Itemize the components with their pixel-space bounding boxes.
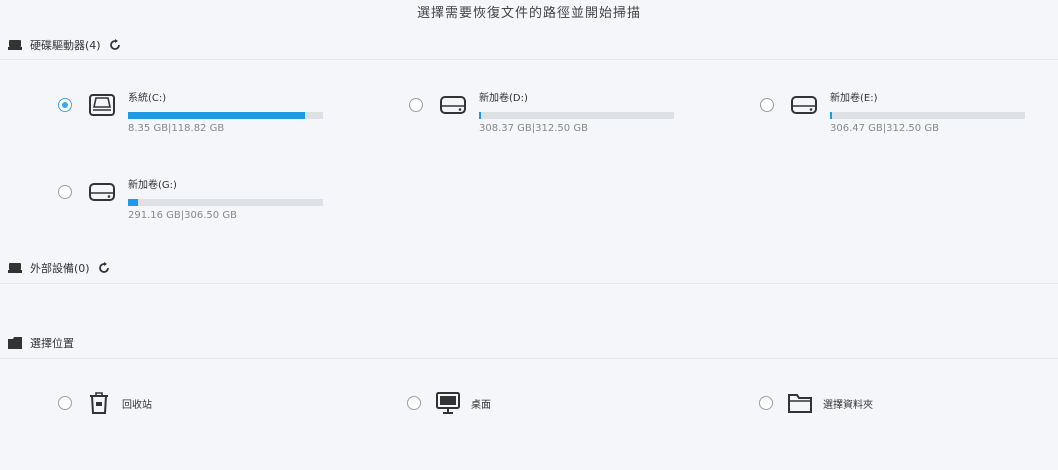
hard-drive-icon	[8, 261, 22, 275]
refresh-icon[interactable]	[109, 39, 122, 52]
location-label: 桌面	[471, 399, 491, 411]
location-recycle-bin[interactable]: 回收站	[58, 390, 152, 416]
hard-drive-icon	[8, 38, 22, 52]
usage-bar	[479, 112, 674, 119]
folder-icon	[787, 390, 813, 416]
usage-bar-fill	[479, 112, 481, 119]
section-external: 外部設備(0)	[8, 258, 111, 278]
data-recovery-window: 選擇需要恢復文件的路徑並開始掃描 硬碟驅動器(4) 系統(C:) 8.35 GB…	[0, 0, 1058, 470]
location-desktop[interactable]: 桌面	[407, 390, 491, 416]
section-hard-drives: 硬碟驅動器(4)	[8, 35, 122, 55]
drive-item-d[interactable]: 新加卷(D:) 308.37 GB|312.50 GB	[409, 90, 679, 136]
divider	[0, 283, 1058, 284]
recycle-bin-icon	[86, 390, 112, 416]
desktop-icon	[435, 390, 461, 416]
drive-radio[interactable]	[409, 98, 423, 112]
divider	[0, 358, 1058, 359]
folder-icon	[8, 336, 22, 350]
drive-size: 308.37 GB|312.50 GB	[479, 123, 588, 134]
drive-size: 291.16 GB|306.50 GB	[128, 210, 237, 221]
drive-item-c[interactable]: 系統(C:) 8.35 GB|118.82 GB	[58, 90, 328, 136]
usage-bar	[128, 112, 323, 119]
usage-bar	[128, 199, 323, 206]
hard-drive-icon	[790, 93, 818, 117]
section-locations: 選擇位置	[8, 333, 74, 353]
location-label: 回收站	[122, 399, 152, 411]
usage-bar-fill	[830, 112, 832, 119]
hard-drive-icon	[88, 180, 116, 204]
drive-size: 8.35 GB|118.82 GB	[128, 123, 225, 134]
divider	[0, 59, 1058, 60]
usage-bar-fill	[128, 112, 306, 119]
refresh-icon[interactable]	[98, 262, 111, 275]
location-radio[interactable]	[759, 396, 773, 410]
location-folder[interactable]: 選擇資料夾	[759, 390, 873, 416]
hard-drive-icon	[439, 93, 467, 117]
drive-name: 新加卷(D:)	[479, 93, 528, 104]
section-hard-drives-label: 硬碟驅動器(4)	[30, 39, 101, 52]
drive-name: 系統(C:)	[128, 93, 167, 104]
location-label: 選擇資料夾	[823, 399, 873, 411]
usage-bar-fill	[128, 199, 138, 206]
drive-size: 306.47 GB|312.50 GB	[830, 123, 939, 134]
usage-bar	[830, 112, 1025, 119]
drive-radio[interactable]	[58, 98, 72, 112]
location-radio[interactable]	[58, 396, 72, 410]
drive-item-g[interactable]: 新加卷(G:) 291.16 GB|306.50 GB	[58, 177, 328, 223]
page-title: 選擇需要恢復文件的路徑並開始掃描	[416, 6, 641, 21]
drive-radio[interactable]	[760, 98, 774, 112]
drive-item-e[interactable]: 新加卷(E:) 306.47 GB|312.50 GB	[760, 90, 1030, 136]
hard-drive-icon	[88, 93, 116, 117]
drive-name: 新加卷(E:)	[830, 93, 878, 104]
drive-radio[interactable]	[58, 185, 72, 199]
drive-name: 新加卷(G:)	[128, 180, 177, 191]
location-radio[interactable]	[407, 396, 421, 410]
section-locations-label: 選擇位置	[30, 337, 74, 350]
section-external-label: 外部設備(0)	[30, 262, 90, 275]
